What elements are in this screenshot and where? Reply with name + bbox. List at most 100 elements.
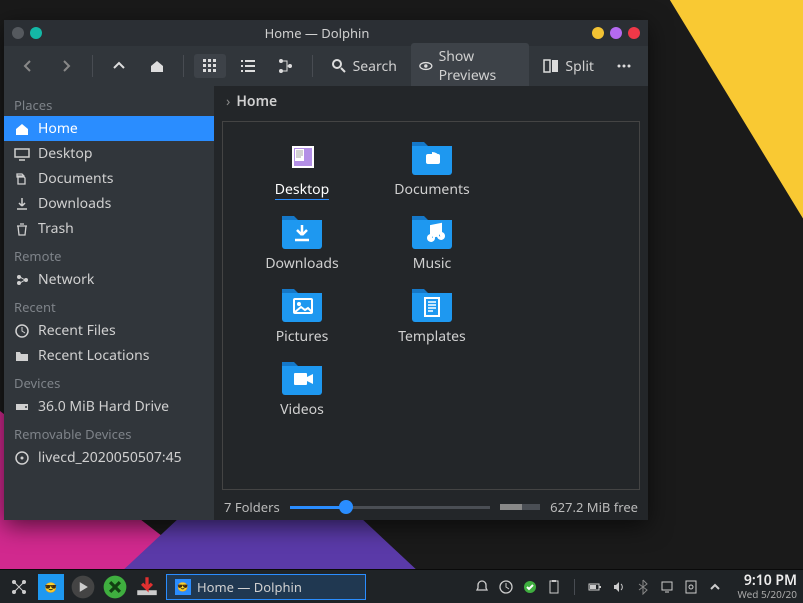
file-view[interactable]: DesktopDocumentsDownloadsMusicPicturesTe… (222, 121, 640, 490)
battery-icon[interactable] (587, 579, 603, 595)
network-tray-icon[interactable] (659, 579, 675, 595)
download-app-icon (134, 574, 160, 600)
desktop-icon (14, 146, 30, 162)
sidebar-item-recent-files[interactable]: Recent Files (4, 318, 214, 343)
launcher-icon (9, 577, 29, 597)
main-view: ›Home DesktopDocumentsDownloadsMusicPict… (214, 86, 648, 520)
sidebar-item-livecd-2020050507-45[interactable]: livecd_2020050507:45 (4, 445, 214, 470)
sidebar-item-36-0-mib-hard-drive[interactable]: 36.0 MiB Hard Drive (4, 394, 214, 419)
back-button[interactable] (12, 54, 44, 78)
folder-pictures-icon (278, 283, 326, 323)
disc-icon (14, 450, 30, 466)
breadcrumb[interactable]: ›Home (214, 86, 648, 117)
places-panel: Places HomeDesktopDocumentsDownloadsTras… (4, 86, 214, 520)
titlebar-btn-2[interactable] (30, 27, 42, 39)
folder-videos-icon (278, 356, 326, 396)
chevron-left-icon (20, 58, 36, 74)
chevron-up-icon (111, 58, 127, 74)
folder-pictures[interactable]: Pictures (237, 283, 367, 346)
app-launcher[interactable] (6, 574, 32, 600)
folder-recent-icon (14, 348, 30, 364)
sidebar-item-network[interactable]: Network (4, 267, 214, 292)
folder-videos[interactable]: Videos (237, 356, 367, 419)
pinned-app-4[interactable] (134, 574, 160, 600)
media-icon (70, 574, 96, 600)
search-button[interactable]: Search (323, 53, 405, 80)
status-bar: 7 Folders 627.2 MiB free (214, 494, 648, 520)
show-previews-button[interactable]: Show Previews (411, 43, 530, 89)
folder-documents-icon (408, 136, 456, 176)
list-icon (240, 58, 256, 74)
vault-icon[interactable] (683, 579, 699, 595)
updates-icon[interactable] (522, 579, 538, 595)
sidebar-item-trash[interactable]: Trash (4, 216, 214, 241)
home-icon (14, 121, 30, 137)
chevron-right-icon (58, 58, 74, 74)
drive-icon (14, 399, 30, 415)
clock-icon (14, 323, 30, 339)
bluetooth-icon[interactable] (635, 579, 651, 595)
devices-header: Devices (4, 368, 214, 394)
clock-tray-icon[interactable] (498, 579, 514, 595)
tree-icon (278, 58, 294, 74)
maximize-button[interactable] (610, 27, 622, 39)
home-button[interactable] (141, 54, 173, 78)
window-title: Home — Dolphin (42, 24, 592, 42)
sidebar-item-home[interactable]: Home (4, 116, 214, 141)
home-icon (149, 58, 165, 74)
network-icon (14, 272, 30, 288)
sidebar-item-desktop[interactable]: Desktop (4, 141, 214, 166)
eye-icon (419, 58, 433, 74)
toolbar: Search Show Previews Split (4, 46, 648, 86)
remote-header: Remote (4, 241, 214, 267)
volume-icon[interactable] (611, 579, 627, 595)
close-button[interactable] (628, 27, 640, 39)
recent-header: Recent (4, 292, 214, 318)
up-button[interactable] (103, 54, 135, 78)
folder-music[interactable]: Music (367, 210, 497, 273)
sidebar-item-downloads[interactable]: Downloads (4, 191, 214, 216)
split-button[interactable]: Split (535, 53, 602, 80)
system-tray (474, 579, 723, 595)
pinned-app-3[interactable] (102, 574, 128, 600)
menu-button[interactable] (608, 54, 640, 78)
slider-handle[interactable] (339, 500, 353, 514)
dolphin-task-icon: 😎 (175, 579, 191, 595)
dolphin-window: Home — Dolphin Search Show Previews Spli… (4, 20, 648, 520)
sidebar-item-recent-locations[interactable]: Recent Locations (4, 343, 214, 368)
documents-icon (14, 171, 30, 187)
sidebar-item-documents[interactable]: Documents (4, 166, 214, 191)
zoom-slider[interactable] (290, 506, 490, 509)
task-dolphin[interactable]: 😎 Home — Dolphin (166, 574, 366, 600)
overflow-icon (616, 58, 632, 74)
titlebar-btn-1[interactable] (12, 27, 24, 39)
item-count: 7 Folders (224, 498, 280, 516)
desktop-folder-icon (278, 136, 326, 176)
folder-documents[interactable]: Documents (367, 136, 497, 200)
folder-downloads[interactable]: Downloads (237, 210, 367, 273)
compact-view-button[interactable] (232, 54, 264, 78)
notifications-icon[interactable] (474, 579, 490, 595)
folder-desktop[interactable]: Desktop (237, 136, 367, 200)
taskbar: 😎 😎 Home — Dolphin 9:10 PM Wed 5/20/20 (0, 569, 803, 603)
minimize-button[interactable] (592, 27, 604, 39)
places-header: Places (4, 90, 214, 116)
free-space: 627.2 MiB free (550, 498, 638, 516)
tray-expand-icon[interactable] (707, 579, 723, 595)
folder-music-icon (408, 210, 456, 250)
titlebar[interactable]: Home — Dolphin (4, 20, 648, 46)
icons-view-button[interactable] (194, 54, 226, 78)
downloads-icon (14, 196, 30, 212)
removable-header: Removable Devices (4, 419, 214, 445)
clipboard-icon[interactable] (546, 579, 562, 595)
details-view-button[interactable] (270, 54, 302, 78)
trash-icon (14, 221, 30, 237)
forward-button[interactable] (50, 54, 82, 78)
folder-templates[interactable]: Templates (367, 283, 497, 346)
pinned-app-2[interactable] (70, 574, 96, 600)
pinned-app-1[interactable]: 😎 (38, 574, 64, 600)
chevron-right-icon: › (226, 92, 230, 111)
disk-usage-bar (500, 504, 540, 510)
panel-clock[interactable]: 9:10 PM Wed 5/20/20 (729, 573, 797, 599)
search-icon (331, 58, 347, 74)
